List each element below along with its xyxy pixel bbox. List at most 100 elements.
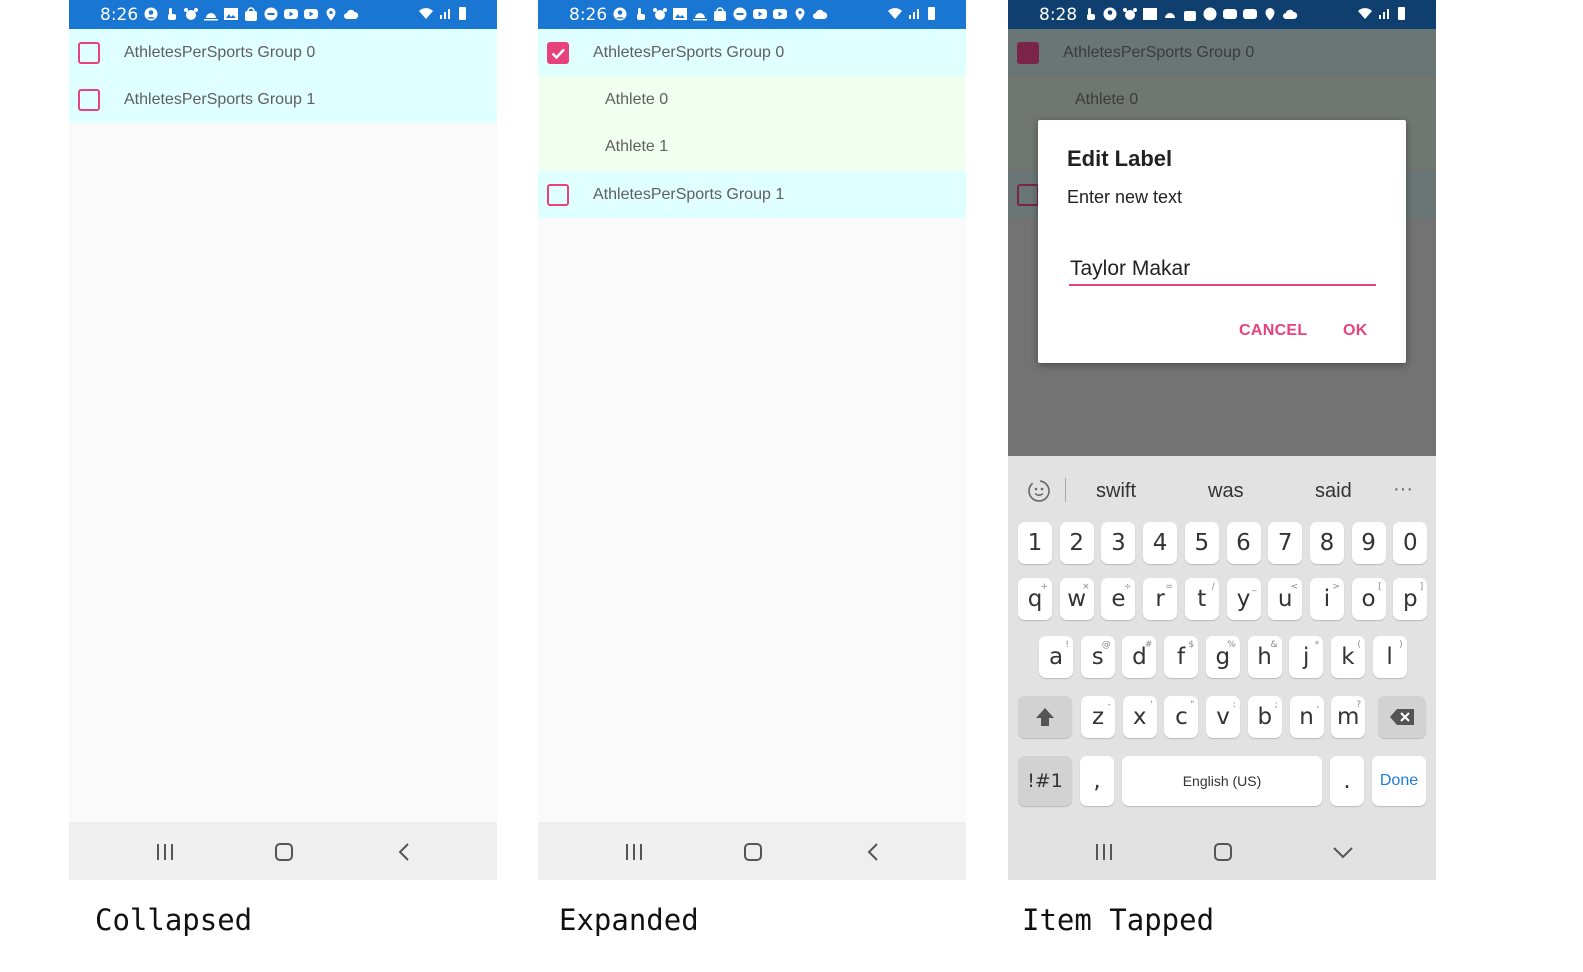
key-j[interactable]: j * [1289,636,1324,678]
key-8[interactable]: 8 [1309,522,1344,564]
hide-keyboard-icon[interactable] [1331,841,1355,863]
key-4[interactable]: 4 [1143,522,1178,564]
key-e[interactable]: e ÷ [1101,578,1136,620]
status-bar: 8:28 [1008,0,1436,29]
period-key[interactable]: . [1330,756,1364,806]
done-key[interactable]: Done [1372,756,1426,806]
key-2[interactable]: 2 [1059,522,1094,564]
location-icon [1262,7,1278,21]
key-g[interactable]: g% [1205,636,1240,678]
group-checkbox-1[interactable] [547,184,569,206]
key-7[interactable]: 7 [1268,522,1303,564]
backspace-key[interactable] [1378,696,1426,738]
recents-icon[interactable] [153,841,177,863]
key-p[interactable]: p] [1393,578,1428,620]
more-icon[interactable]: ··· [1393,478,1413,501]
group-label-0: AthletesPerSports Group 0 [1063,44,1255,61]
group-label-1: AthletesPerSports Group 1 [593,186,785,203]
key-q[interactable]: q + [1018,578,1052,620]
key-b[interactable]: b; [1247,696,1282,738]
suggestion-2[interactable]: was [1208,480,1244,503]
key-9[interactable]: 9 [1351,522,1386,564]
suggestion-1[interactable]: swift [1096,480,1136,503]
group-row-1[interactable]: AthletesPerSports Group 1 [69,76,497,123]
key-h[interactable]: h & [1247,636,1282,678]
group-row-0[interactable]: AthletesPerSports Group 0 [69,29,497,76]
key-o[interactable]: o[ [1351,578,1386,620]
key-i[interactable]: i > [1309,578,1344,620]
key-n[interactable]: n, [1289,696,1324,738]
key-hint: ] [1419,582,1424,592]
group-row-1[interactable]: AthletesPerSports Group 1 [538,171,966,218]
key-m[interactable]: m? [1331,696,1366,738]
key-k[interactable]: k( [1330,636,1365,678]
key-label: 1 [1027,530,1043,556]
key-hint: ) [1399,640,1403,650]
key-t[interactable]: t / [1184,578,1219,620]
key-6[interactable]: 6 [1226,522,1261,564]
cancel-button[interactable]: CANCEL [1239,322,1307,340]
key-hint: @ [1101,640,1111,650]
key-v[interactable]: v: [1206,696,1241,738]
shift-key[interactable] [1018,696,1072,738]
key-hint: , [1316,700,1320,710]
child-row-0[interactable]: Athlete 0 [538,76,966,123]
group-row-0[interactable]: AthletesPerSports Group 0 [538,29,966,76]
ok-button[interactable]: OK [1343,322,1368,340]
key-5[interactable]: 5 [1184,522,1219,564]
emoji-refresh-icon[interactable] [1026,478,1052,509]
video-icon [1222,7,1238,21]
group-checkbox-0[interactable] [78,42,100,64]
account-icon [1102,7,1118,21]
child-label-0: Athlete 0 [605,91,669,108]
phone-expanded: 8:26 AthletesPerSports Group 0 Athlete 0 [538,0,966,880]
key-r[interactable]: r = [1143,578,1178,620]
suggestion-3[interactable]: said [1315,480,1352,503]
recents-icon[interactable] [622,841,646,863]
key-0[interactable]: 0 [1393,522,1428,564]
back-icon[interactable] [393,841,417,863]
symbols-key[interactable]: !#1 [1018,756,1072,806]
key-z[interactable]: z- [1081,696,1115,738]
key-label: 7 [1277,530,1293,556]
back-icon[interactable] [862,841,886,863]
key-label: y [1236,586,1251,612]
group-checkbox-0[interactable] [547,42,569,64]
key-u[interactable]: u < [1268,578,1303,620]
recents-icon[interactable] [1092,841,1116,863]
key-hint: ? [1356,700,1362,710]
signal-icon [438,6,454,20]
key-s[interactable]: s @ [1080,636,1115,678]
key-label: v [1216,704,1230,730]
key-x[interactable]: x ' [1122,696,1157,738]
video-icon [772,7,788,21]
child-row-1[interactable]: Athlete 1 [538,123,966,170]
key-a[interactable]: a! [1039,636,1073,678]
group-checkbox-1[interactable] [78,89,100,111]
key-f[interactable]: f $ [1164,636,1199,678]
key-l[interactable]: l) [1372,636,1407,678]
key-c[interactable]: c " [1164,696,1199,738]
message-icon [1202,7,1218,21]
label-input[interactable]: Taylor Makar [1069,254,1376,286]
space-key[interactable]: English (US) [1122,756,1322,806]
home-icon[interactable] [1211,841,1235,863]
key-label: c [1175,704,1188,730]
key-3[interactable]: 3 [1101,522,1136,564]
caption-expanded: Expanded [559,903,699,937]
cloud-icon [812,7,828,21]
video-icon [752,7,768,21]
nav-bar [1008,822,1436,880]
caption-collapsed: Collapsed [95,903,253,937]
home-icon[interactable] [272,841,296,863]
video-icon [303,7,319,21]
key-label: 0 [1402,530,1418,556]
key-d[interactable]: d # [1122,636,1157,678]
home-icon[interactable] [741,841,765,863]
key-label: 3 [1111,530,1126,556]
comma-key[interactable]: , [1080,756,1114,806]
key-w[interactable]: w × [1059,578,1094,620]
key-1[interactable]: 1 [1018,522,1052,564]
touch-icon [163,7,179,21]
key-y[interactable]: y _ [1226,578,1261,620]
